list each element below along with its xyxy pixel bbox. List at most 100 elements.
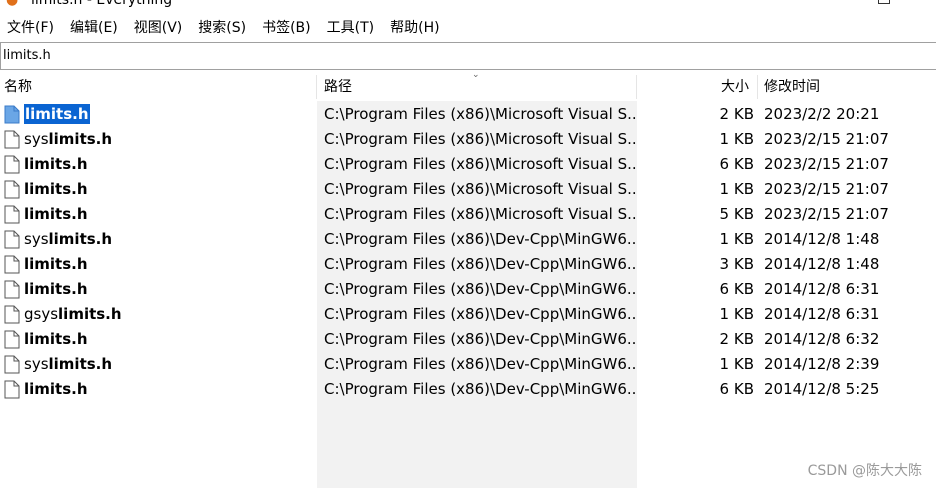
table-row[interactable]: limits.h C:\Program Files (x86)\Microsoft…	[0, 102, 937, 127]
file-path: C:\Program Files (x86)\Microsoft Visual …	[324, 130, 636, 148]
menu-search[interactable]: 搜索(S)	[191, 14, 255, 42]
file-modified-date: 2014/12/8 6:31	[764, 305, 880, 323]
file-modified-date: 2014/12/8 2:39	[764, 355, 880, 373]
file-path: C:\Program Files (x86)\Microsoft Visual …	[324, 155, 636, 173]
menu-view[interactable]: 视图(V)	[127, 14, 192, 42]
file-modified-date: 2023/2/15 21:07	[764, 155, 889, 173]
file-size: 5 KB	[719, 205, 754, 223]
file-name[interactable]: limits.h	[24, 152, 88, 177]
table-row[interactable]: limits.h C:\Program Files (x86)\Microsoft…	[0, 202, 937, 227]
file-name-prefix: gsys	[24, 305, 59, 323]
file-icon	[4, 130, 20, 149]
file-name-match: limits.h	[48, 230, 113, 248]
table-row[interactable]: limits.h C:\Program Files (x86)\Dev-Cpp\M…	[0, 277, 937, 302]
title-bar: ● limits.h - Everything	[0, 0, 937, 14]
table-row[interactable]: syslimits.h C:\Program Files (x86)\Dev-Cp…	[0, 352, 937, 377]
file-size: 1 KB	[719, 355, 754, 373]
table-row[interactable]: syslimits.h C:\Program Files (x86)\Micros…	[0, 127, 937, 152]
file-name[interactable]: gsyslimits.h	[24, 302, 122, 327]
table-row[interactable]: limits.h C:\Program Files (x86)\Dev-Cpp\M…	[0, 377, 937, 402]
file-name-match: limits.h	[48, 130, 113, 148]
file-path: C:\Program Files (x86)\Dev-Cpp\MinGW6...	[324, 330, 636, 348]
file-modified-date: 2023/2/15 21:07	[764, 205, 889, 223]
file-path: C:\Program Files (x86)\Microsoft Visual …	[324, 180, 636, 198]
table-row[interactable]: syslimits.h C:\Program Files (x86)\Dev-Cp…	[0, 227, 937, 252]
search-bar	[0, 42, 936, 70]
file-modified-date: 2014/12/8 1:48	[764, 255, 880, 273]
file-modified-date: 2023/2/2 20:21	[764, 105, 880, 123]
file-name[interactable]: syslimits.h	[24, 352, 112, 377]
column-divider[interactable]	[636, 75, 637, 99]
file-name-prefix: sys	[24, 230, 49, 248]
watermark: CSDN @陈大大陈	[807, 463, 922, 479]
file-size: 1 KB	[719, 230, 754, 248]
file-modified-date: 2014/12/8 1:48	[764, 230, 880, 248]
file-name-prefix: sys	[24, 130, 49, 148]
file-icon	[4, 255, 20, 274]
file-name[interactable]: limits.h	[24, 177, 88, 202]
file-name-match: limits.h	[58, 305, 122, 323]
menu-bookmarks[interactable]: 书签(B)	[255, 14, 320, 42]
menu-bar: 文件(F) 编辑(E) 视图(V) 搜索(S) 书签(B) 工具(T) 帮助(H…	[0, 14, 937, 42]
file-name-match: limits.h	[48, 355, 113, 373]
file-size: 1 KB	[719, 180, 754, 198]
file-path: C:\Program Files (x86)\Dev-Cpp\MinGW6...	[324, 280, 636, 298]
file-modified-date: 2023/2/15 21:07	[764, 130, 889, 148]
file-name[interactable]: limits.h	[24, 327, 88, 352]
menu-edit[interactable]: 编辑(E)	[63, 14, 127, 42]
file-size: 1 KB	[719, 130, 754, 148]
file-name[interactable]: limits.h	[24, 277, 88, 302]
table-row[interactable]: gsyslimits.h C:\Program Files (x86)\Dev-C…	[0, 302, 937, 327]
file-size: 6 KB	[719, 155, 754, 173]
file-icon	[4, 305, 20, 324]
file-size: 6 KB	[719, 280, 754, 298]
file-name[interactable]: limits.h	[24, 252, 88, 277]
column-header-name[interactable]: 名称	[4, 73, 32, 101]
results-list: limits.h C:\Program Files (x86)\Microsoft…	[0, 102, 937, 402]
menu-tools[interactable]: 工具(T)	[320, 14, 383, 42]
file-path: C:\Program Files (x86)\Dev-Cpp\MinGW6...	[324, 380, 636, 398]
file-name[interactable]: limits.h	[24, 377, 88, 402]
file-path: C:\Program Files (x86)\Dev-Cpp\MinGW6...	[324, 305, 636, 323]
menu-file[interactable]: 文件(F)	[0, 14, 63, 42]
file-icon	[4, 180, 20, 199]
file-name[interactable]: limits.h	[24, 202, 88, 227]
file-path: C:\Program Files (x86)\Microsoft Visual …	[324, 105, 636, 123]
file-name[interactable]: syslimits.h	[24, 127, 112, 152]
file-name-match: limits.h	[24, 205, 88, 223]
close-button[interactable]	[918, 0, 930, 4]
file-path: C:\Program Files (x86)\Dev-Cpp\MinGW6...	[324, 230, 636, 248]
file-icon	[4, 280, 20, 299]
search-input[interactable]	[3, 45, 903, 65]
file-path: C:\Program Files (x86)\Dev-Cpp\MinGW6...	[324, 355, 636, 373]
file-name-match: limits.h	[24, 180, 88, 198]
column-divider[interactable]	[757, 75, 758, 99]
column-divider[interactable]	[316, 75, 317, 99]
menu-help[interactable]: 帮助(H)	[383, 14, 448, 42]
column-header-modified[interactable]: 修改时间	[764, 73, 820, 101]
sort-chevron-down-icon: ⌄	[472, 70, 480, 80]
file-icon	[4, 155, 20, 174]
file-name[interactable]: syslimits.h	[24, 227, 112, 252]
table-row[interactable]: limits.h C:\Program Files (x86)\Dev-Cpp\M…	[0, 252, 937, 277]
file-icon	[4, 205, 20, 224]
table-row[interactable]: limits.h C:\Program Files (x86)\Dev-Cpp\M…	[0, 327, 937, 352]
file-size: 2 KB	[719, 330, 754, 348]
table-row[interactable]: limits.h C:\Program Files (x86)\Microsoft…	[0, 177, 937, 202]
file-modified-date: 2014/12/8 6:32	[764, 330, 880, 348]
file-modified-date: 2023/2/15 21:07	[764, 180, 889, 198]
file-icon-selected	[4, 105, 20, 124]
everything-app-icon: ●	[6, 0, 19, 8]
file-size: 2 KB	[719, 105, 754, 123]
column-header-path[interactable]: 路径	[324, 73, 352, 101]
file-name[interactable]: limits.h	[23, 103, 91, 125]
column-header-size[interactable]: 大小	[721, 73, 749, 101]
file-modified-date: 2014/12/8 5:25	[764, 380, 880, 398]
file-size: 3 KB	[719, 255, 754, 273]
file-name-match: limits.h	[25, 105, 89, 123]
column-header: 名称 路径 大小 修改时间	[0, 73, 937, 101]
file-name-match: limits.h	[24, 155, 88, 173]
maximize-button[interactable]	[878, 0, 890, 4]
table-row[interactable]: limits.h C:\Program Files (x86)\Microsoft…	[0, 152, 937, 177]
file-path: C:\Program Files (x86)\Microsoft Visual …	[324, 205, 636, 223]
